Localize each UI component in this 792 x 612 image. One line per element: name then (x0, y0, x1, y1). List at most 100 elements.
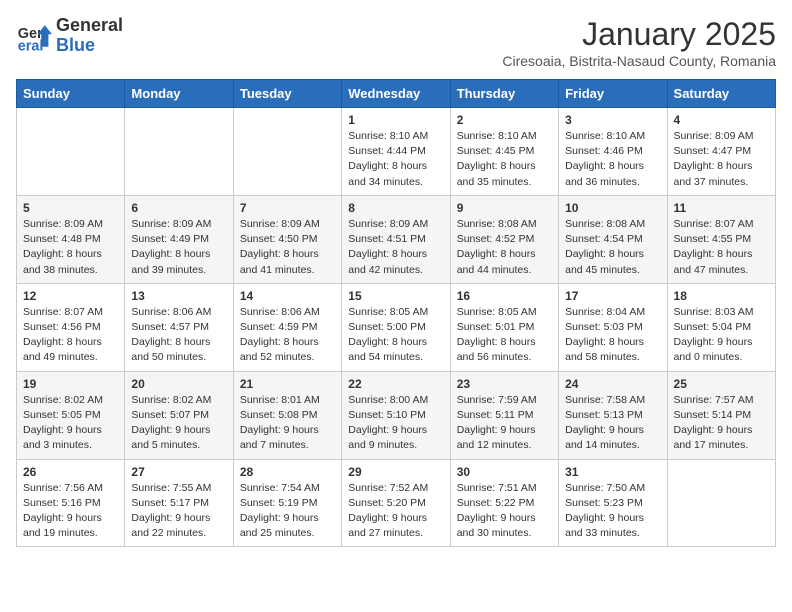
day-number: 7 (240, 201, 335, 215)
day-info: Sunrise: 8:08 AMSunset: 4:52 PMDaylight:… (457, 217, 552, 278)
day-number: 4 (674, 113, 769, 127)
day-info: Sunrise: 8:09 AMSunset: 4:48 PMDaylight:… (23, 217, 118, 278)
calendar-cell: 31 Sunrise: 7:50 AMSunset: 5:23 PMDayligh… (559, 459, 667, 547)
svg-text:eral: eral (18, 38, 44, 54)
calendar-cell: 7 Sunrise: 8:09 AMSunset: 4:50 PMDaylight… (233, 195, 341, 283)
day-info: Sunrise: 8:10 AMSunset: 4:44 PMDaylight:… (348, 129, 443, 190)
page-header: Gen eral General Blue January 2025 Cires… (16, 16, 776, 69)
logo-icon: Gen eral (16, 18, 52, 54)
day-number: 24 (565, 377, 660, 391)
weekday-header-row: SundayMondayTuesdayWednesdayThursdayFrid… (17, 80, 776, 108)
calendar-week-4: 19Sunrise: 8:02 AMSunset: 5:05 PMDayligh… (17, 371, 776, 459)
weekday-header-thursday: Thursday (450, 80, 558, 108)
calendar-cell (17, 108, 125, 196)
weekday-header-saturday: Saturday (667, 80, 775, 108)
logo: Gen eral General Blue (16, 16, 123, 56)
calendar-week-3: 12 Sunrise: 8:07 AMSunset: 4:56 PMDayligh… (17, 283, 776, 371)
calendar-cell: 3 Sunrise: 8:10 AMSunset: 4:46 PMDaylight… (559, 108, 667, 196)
day-number: 12 (23, 289, 118, 303)
day-info: Sunrise: 7:50 AMSunset: 5:23 PMDaylight:… (565, 481, 660, 542)
day-number: 14 (240, 289, 335, 303)
location-title: Ciresoaia, Bistrita-Nasaud County, Roman… (502, 53, 776, 69)
day-info: Sunrise: 7:54 AMSunset: 5:19 PMDaylight:… (240, 481, 335, 542)
day-number: 1 (348, 113, 443, 127)
logo-general: General (56, 16, 123, 36)
day-number: 22 (348, 377, 443, 391)
calendar-cell: 27 Sunrise: 7:55 AMSunset: 5:17 PMDayligh… (125, 459, 233, 547)
weekday-header-tuesday: Tuesday (233, 80, 341, 108)
day-number: 16 (457, 289, 552, 303)
calendar-cell: 2 Sunrise: 8:10 AMSunset: 4:45 PMDaylight… (450, 108, 558, 196)
day-number: 30 (457, 465, 552, 479)
calendar-cell: 23 Sunrise: 7:59 AMSunset: 5:11 PMDayligh… (450, 371, 558, 459)
day-number: 31 (565, 465, 660, 479)
day-number: 17 (565, 289, 660, 303)
day-number: 13 (131, 289, 226, 303)
day-number: 18 (674, 289, 769, 303)
day-info: Sunrise: 8:08 AMSunset: 4:54 PMDaylight:… (565, 217, 660, 278)
calendar-cell (125, 108, 233, 196)
calendar-cell (233, 108, 341, 196)
day-info: Sunrise: 8:00 AMSunset: 5:10 PMDaylight:… (348, 393, 443, 454)
weekday-header-monday: Monday (125, 80, 233, 108)
calendar-cell: 25 Sunrise: 7:57 AMSunset: 5:14 PMDayligh… (667, 371, 775, 459)
day-number: 10 (565, 201, 660, 215)
month-title: January 2025 (502, 16, 776, 53)
calendar-cell: 6Sunrise: 8:09 AMSunset: 4:49 PMDaylight… (125, 195, 233, 283)
calendar-cell: 21 Sunrise: 8:01 AMSunset: 5:08 PMDayligh… (233, 371, 341, 459)
day-info: Sunrise: 8:07 AMSunset: 4:55 PMDaylight:… (674, 217, 769, 278)
calendar-table: SundayMondayTuesdayWednesdayThursdayFrid… (16, 79, 776, 547)
day-info: Sunrise: 7:57 AMSunset: 5:14 PMDaylight:… (674, 393, 769, 454)
calendar-cell: 10 Sunrise: 8:08 AMSunset: 4:54 PMDayligh… (559, 195, 667, 283)
weekday-header-wednesday: Wednesday (342, 80, 450, 108)
day-info: Sunrise: 8:02 AMSunset: 5:05 PMDaylight:… (23, 393, 118, 454)
calendar-cell: 12 Sunrise: 8:07 AMSunset: 4:56 PMDayligh… (17, 283, 125, 371)
day-info: Sunrise: 7:51 AMSunset: 5:22 PMDaylight:… (457, 481, 552, 542)
day-info: Sunrise: 8:01 AMSunset: 5:08 PMDaylight:… (240, 393, 335, 454)
day-info: Sunrise: 8:09 AMSunset: 4:47 PMDaylight:… (674, 129, 769, 190)
day-number: 11 (674, 201, 769, 215)
day-info: Sunrise: 8:04 AMSunset: 5:03 PMDaylight:… (565, 305, 660, 366)
day-info: Sunrise: 8:06 AMSunset: 4:59 PMDaylight:… (240, 305, 335, 366)
day-info: Sunrise: 8:09 AMSunset: 4:50 PMDaylight:… (240, 217, 335, 278)
day-info: Sunrise: 8:10 AMSunset: 4:46 PMDaylight:… (565, 129, 660, 190)
calendar-cell: 1 Sunrise: 8:10 AMSunset: 4:44 PMDaylight… (342, 108, 450, 196)
calendar-cell: 30 Sunrise: 7:51 AMSunset: 5:22 PMDayligh… (450, 459, 558, 547)
title-block: January 2025 Ciresoaia, Bistrita-Nasaud … (502, 16, 776, 69)
calendar-cell: 24 Sunrise: 7:58 AMSunset: 5:13 PMDayligh… (559, 371, 667, 459)
day-number: 29 (348, 465, 443, 479)
day-number: 2 (457, 113, 552, 127)
calendar-cell: 22 Sunrise: 8:00 AMSunset: 5:10 PMDayligh… (342, 371, 450, 459)
day-number: 15 (348, 289, 443, 303)
day-info: Sunrise: 8:07 AMSunset: 4:56 PMDaylight:… (23, 305, 118, 366)
calendar-cell: 20 Sunrise: 8:02 AMSunset: 5:07 PMDayligh… (125, 371, 233, 459)
day-info: Sunrise: 8:02 AMSunset: 5:07 PMDaylight:… (131, 393, 226, 454)
day-number: 25 (674, 377, 769, 391)
day-info: Sunrise: 8:05 AMSunset: 5:00 PMDaylight:… (348, 305, 443, 366)
day-number: 6 (131, 201, 226, 215)
day-number: 21 (240, 377, 335, 391)
day-info: Sunrise: 7:58 AMSunset: 5:13 PMDaylight:… (565, 393, 660, 454)
day-info: Sunrise: 8:09 AMSunset: 4:51 PMDaylight:… (348, 217, 443, 278)
day-info: Sunrise: 8:06 AMSunset: 4:57 PMDaylight:… (131, 305, 226, 366)
day-info: Sunrise: 7:56 AMSunset: 5:16 PMDaylight:… (23, 481, 118, 542)
day-number: 3 (565, 113, 660, 127)
day-number: 27 (131, 465, 226, 479)
calendar-cell: 28 Sunrise: 7:54 AMSunset: 5:19 PMDayligh… (233, 459, 341, 547)
day-info: Sunrise: 7:59 AMSunset: 5:11 PMDaylight:… (457, 393, 552, 454)
calendar-week-5: 26 Sunrise: 7:56 AMSunset: 5:16 PMDayligh… (17, 459, 776, 547)
calendar-cell: 16Sunrise: 8:05 AMSunset: 5:01 PMDayligh… (450, 283, 558, 371)
calendar-cell: 14 Sunrise: 8:06 AMSunset: 4:59 PMDayligh… (233, 283, 341, 371)
day-info: Sunrise: 7:52 AMSunset: 5:20 PMDaylight:… (348, 481, 443, 542)
day-info: Sunrise: 8:10 AMSunset: 4:45 PMDaylight:… (457, 129, 552, 190)
logo-text: General Blue (56, 16, 123, 56)
day-number: 20 (131, 377, 226, 391)
day-info: Sunrise: 7:55 AMSunset: 5:17 PMDaylight:… (131, 481, 226, 542)
day-number: 26 (23, 465, 118, 479)
day-number: 23 (457, 377, 552, 391)
calendar-cell: 11 Sunrise: 8:07 AMSunset: 4:55 PMDayligh… (667, 195, 775, 283)
day-number: 8 (348, 201, 443, 215)
calendar-cell: 19Sunrise: 8:02 AMSunset: 5:05 PMDayligh… (17, 371, 125, 459)
day-number: 28 (240, 465, 335, 479)
weekday-header-sunday: Sunday (17, 80, 125, 108)
